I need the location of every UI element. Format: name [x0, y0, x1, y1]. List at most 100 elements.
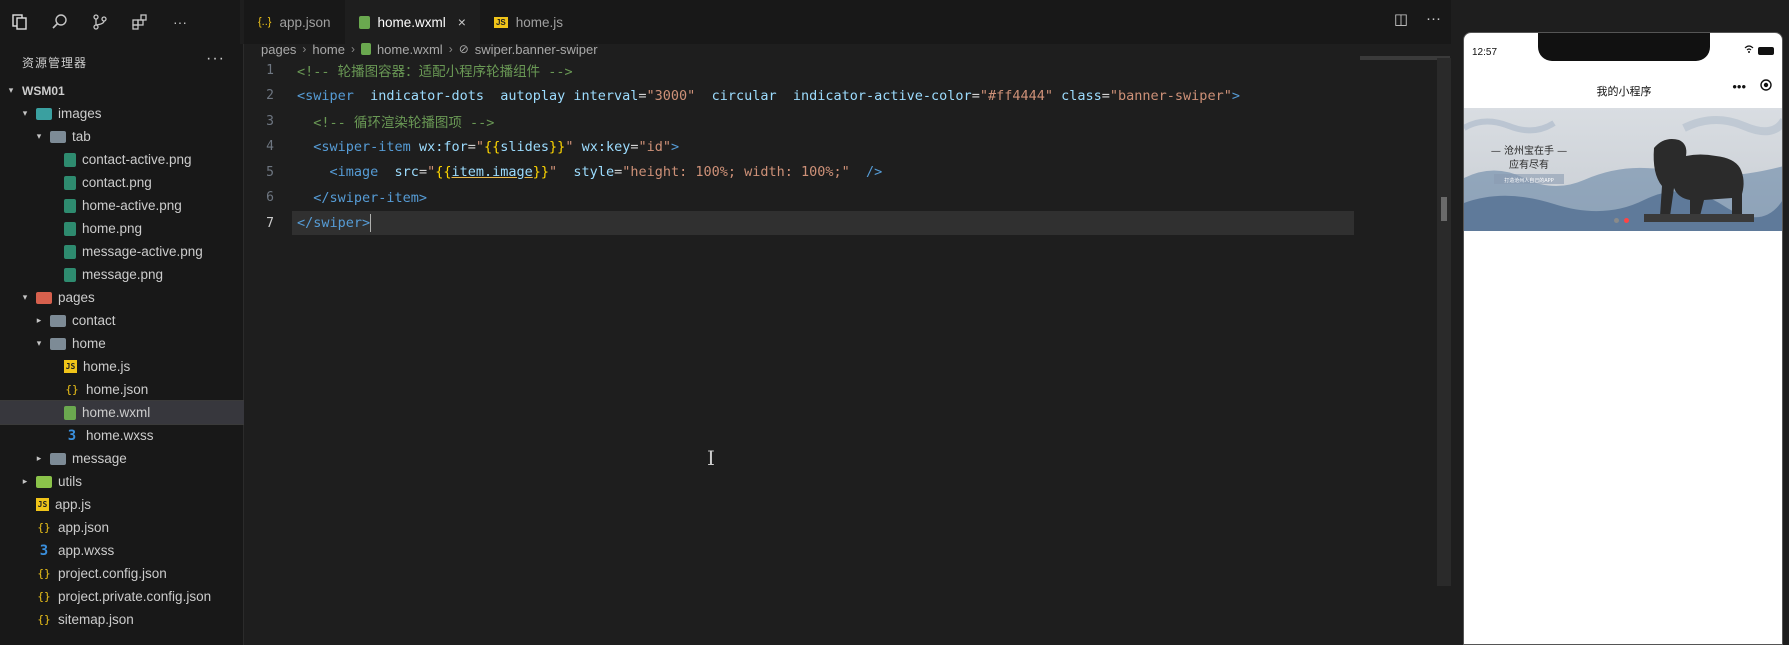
tree-item[interactable]: ▾ home [0, 332, 244, 355]
close-target-icon[interactable] [1760, 79, 1772, 94]
code-line[interactable]: 7 </swiper> [244, 211, 1354, 235]
close-icon[interactable]: × [458, 14, 466, 30]
tree-item[interactable]: 3 app.wxss [0, 539, 244, 562]
code-text: <swiper-item wx:for="{{slides}}" wx:key=… [297, 139, 679, 155]
tree-item[interactable]: home-active.png [0, 194, 244, 217]
explorer-icon[interactable] [10, 12, 30, 32]
tree-item-label: sitemap.json [58, 612, 134, 627]
tree-item-label: home.js [83, 359, 131, 374]
tree-item-label: home.wxss [86, 428, 154, 443]
scrollbar-thumb[interactable] [1441, 197, 1447, 221]
code-token: slides [500, 138, 550, 155]
breadcrumb-item[interactable]: swiper.banner-swiper [475, 42, 598, 57]
js-file-icon: JS [36, 498, 49, 511]
extensions-icon[interactable] [130, 12, 150, 32]
line-number: 6 [266, 190, 274, 205]
tree-item[interactable]: ▾ WSM01 [0, 79, 244, 102]
text-cursor [370, 214, 372, 232]
explorer-more-icon[interactable]: ··· [206, 50, 225, 68]
code-token: "#ff4444" [979, 87, 1053, 104]
code-token: }} [532, 164, 550, 180]
tree-item[interactable]: contact-active.png [0, 148, 244, 171]
breadcrumb-separator: › [302, 42, 307, 56]
code-token: > [1231, 87, 1240, 104]
code-text: <swiper indicator-dots autoplay interval… [297, 88, 1240, 104]
tree-item[interactable]: ▾ images [0, 102, 244, 125]
tree-item[interactable]: contact.png [0, 171, 244, 194]
chevron-down-icon[interactable]: ▾ [20, 108, 30, 119]
tree-item[interactable]: home.wxml [0, 400, 245, 425]
split-editor-icon[interactable]: ◫ [1394, 10, 1408, 28]
code-line[interactable]: 3 <!-- 循环渲染轮播图项 --> [244, 109, 1354, 133]
line-number: 4 [266, 139, 274, 154]
tree-item[interactable]: home.png [0, 217, 244, 240]
capsule-menu[interactable]: ••• [1732, 79, 1772, 94]
chevron-right-icon[interactable]: ▸ [34, 315, 44, 326]
code-token: < [297, 87, 306, 104]
chevron-right-icon[interactable]: ▸ [20, 476, 30, 487]
breadcrumb-separator: › [350, 42, 355, 56]
tree-item[interactable]: ▾ tab [0, 125, 244, 148]
code-token: }} [549, 138, 566, 155]
banner-image: — 沧州宝在手 — 应有尽有 打造沧州人自己的APP [1464, 108, 1782, 231]
tree-item[interactable]: JS home.js [0, 355, 244, 378]
code-editor[interactable]: 1 <!-- 轮播图容器：适配小程序轮播组件 --> 2 <swiper indica… [244, 58, 1451, 645]
status-time: 12:57 [1472, 47, 1498, 58]
tree-item-label: contact.png [82, 175, 152, 190]
tree-item[interactable]: ▾ pages [0, 286, 244, 309]
tree-item[interactable]: ▸ utils [0, 470, 244, 493]
chevron-down-icon[interactable]: ▾ [34, 338, 44, 349]
breadcrumb-item[interactable]: home [312, 42, 345, 57]
code-token: "id" [638, 138, 672, 155]
breadcrumb-item[interactable]: home.wxml [377, 42, 443, 57]
tree-item[interactable]: message.png [0, 263, 244, 286]
tree-item[interactable]: ▸ message [0, 447, 244, 470]
chevron-down-icon[interactable]: ▾ [34, 131, 44, 142]
swiper-dot[interactable] [1614, 218, 1619, 223]
chevron-down-icon[interactable]: ▾ [6, 85, 16, 96]
mouse-cursor-icon: I [707, 446, 715, 470]
source-control-icon[interactable] [90, 12, 110, 32]
code-line[interactable]: 2 <swiper indicator-dots autoplay interva… [244, 84, 1354, 108]
tree-item[interactable]: JS app.js [0, 493, 244, 516]
tree-item[interactable]: 3 home.wxss [0, 424, 244, 447]
more-icon[interactable]: ··· [170, 12, 190, 32]
image-file-icon [64, 267, 76, 282]
tree-item[interactable]: {} project.config.json [0, 562, 244, 585]
line-number: 2 [266, 88, 274, 103]
chevron-down-icon[interactable]: ▾ [20, 292, 30, 303]
chevron-right-icon[interactable]: ▸ [34, 453, 44, 464]
code-line[interactable]: 5 <image src="{{item.image}}" style="hei… [244, 160, 1354, 184]
code-token: = [614, 164, 623, 180]
code-text: <!-- 轮播图容器：适配小程序轮播组件 --> [297, 60, 573, 80]
banner-slogan-2: 应有尽有 [1509, 158, 1549, 171]
wxml-file-icon [358, 15, 370, 29]
tree-item[interactable]: {} home.json [0, 378, 244, 401]
code-line[interactable]: 1 <!-- 轮播图容器：适配小程序轮播组件 --> [244, 58, 1354, 82]
swiper-dot[interactable] [1624, 218, 1629, 223]
tree-item[interactable]: {} sitemap.json [0, 608, 244, 631]
banner-swiper[interactable]: — 沧州宝在手 — 应有尽有 打造沧州人自己的APP [1464, 108, 1782, 231]
tree-item-label: utils [58, 474, 83, 489]
code-line[interactable]: 6 </swiper-item> [244, 186, 1354, 210]
menu-dots-icon[interactable]: ••• [1732, 79, 1746, 94]
tree-item[interactable]: {} project.private.config.json [0, 585, 244, 608]
editor-scrollbar[interactable] [1437, 58, 1451, 586]
tree-item[interactable]: {} app.json [0, 516, 244, 539]
explorer-title: 资源管理器 [22, 56, 88, 70]
breadcrumb-item[interactable]: pages [261, 42, 296, 57]
tree-item-label: pages [58, 290, 95, 305]
swiper-indicator-dots[interactable] [1614, 218, 1629, 223]
line-number: 3 [266, 113, 274, 129]
tree-item-label: project.private.config.json [58, 589, 212, 604]
search-icon[interactable] [50, 12, 70, 32]
code-token: " [549, 164, 558, 180]
editor-more-icon[interactable]: ··· [1426, 10, 1441, 28]
tree-item[interactable]: ▸ contact [0, 309, 244, 332]
tree-item[interactable]: message-active.png [0, 240, 244, 263]
code-text: <image src="{{item.image}}" style="heigh… [297, 164, 883, 180]
code-line[interactable]: 4 <swiper-item wx:for="{{slides}}" wx:ke… [244, 135, 1354, 159]
